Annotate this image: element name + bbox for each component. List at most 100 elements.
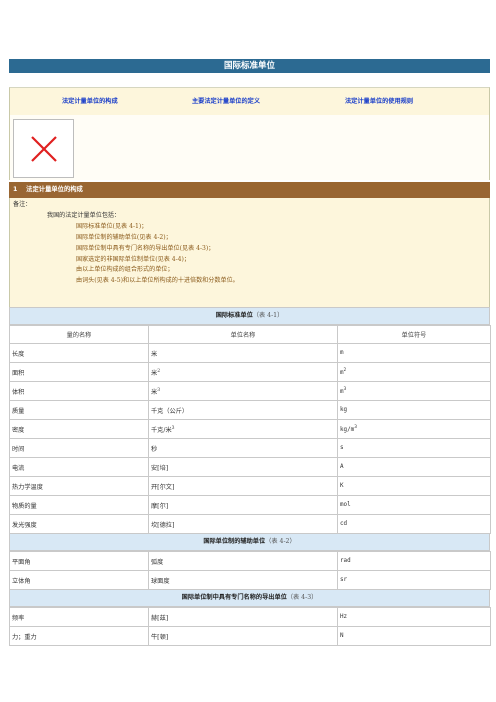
nav-link-composition[interactable]: 法定计量单位的构成: [62, 96, 118, 105]
unit-name-cell: 开[尔文]: [148, 476, 338, 496]
table-row: 立体角 球面度 sr: [9, 570, 491, 590]
unit-name-cell: 赫[兹]: [148, 607, 338, 627]
notes-label: 备注：: [13, 201, 32, 208]
superscript: 3: [343, 387, 347, 393]
unit-symbol-cell: m3: [337, 381, 491, 401]
quantity-cell: 时间: [9, 438, 149, 458]
unit-name-cell: 秒: [148, 438, 338, 458]
notes-item: 国家选定的非国际单位制单位(见表 4-4)；: [76, 255, 191, 263]
section-title: 法定计量单位的构成: [26, 186, 83, 193]
quantity-cell: 长度: [9, 343, 149, 363]
quantity-cell: 力；重力: [9, 626, 149, 646]
unit-symbol-cell: sr: [337, 570, 491, 590]
quantity-cell: 立体角: [9, 570, 149, 590]
table-row: 体积 米3 m3: [9, 381, 491, 401]
table-row: 物质的量 摩[尔] mol: [9, 495, 491, 515]
table1: 量的名称 单位名称 单位符号 长度 米 m 面积 米2 m2 体积 米3 m3 …: [9, 325, 491, 534]
quantity-cell: 发光强度: [9, 514, 149, 534]
quantity-cell: 质量: [9, 400, 149, 420]
unit-name-cell: 千克（公斤）: [148, 400, 338, 420]
nav-link-usage-rules[interactable]: 法定计量单位的使用规则: [345, 96, 413, 105]
unit-name-text: 千克/米: [151, 426, 172, 434]
unit-name-cell: 摩[尔]: [148, 495, 338, 515]
table-row: 发光强度 坎[德拉] cd: [9, 514, 491, 534]
unit-symbol-cell: cd: [337, 514, 491, 534]
superscript: 2: [343, 368, 347, 374]
unit-symbol-cell: rad: [337, 551, 491, 571]
table3: 频率 赫[兹] Hz 力；重力 牛[顿] N: [9, 607, 491, 646]
unit-name-cell: 牛[顿]: [148, 626, 338, 646]
unit-symbol-cell: N: [337, 626, 491, 646]
unit-symbol-cell: s: [337, 438, 491, 458]
table1-title-text: 国际标准单位: [215, 312, 253, 319]
notes-item: 由以上单位构成的组合形式的单位；: [76, 266, 174, 274]
table-row: 热力学温度 开[尔文] K: [9, 476, 491, 496]
col-header-unit-symbol: 单位符号: [337, 325, 491, 344]
table-row: 电流 安[培] A: [9, 457, 491, 477]
unit-name-cell: 米3: [148, 381, 338, 401]
table-row: 质量 千克（公斤） kg: [9, 400, 491, 420]
notes-item: 国际标准单位(见表 4-1)；: [76, 222, 148, 230]
table1-header-row: 量的名称 单位名称 单位符号: [9, 325, 491, 344]
page-title: 国际标准单位: [9, 59, 490, 73]
nav-link-definitions[interactable]: 主要法定计量单位的定义: [192, 96, 260, 105]
notes-item: 国际单位制的辅助单位(见表 4-2)；: [76, 233, 172, 241]
image-area: [9, 115, 490, 180]
notes-item: 由词头(见表 4-5)和以上单位所构成的十进倍数和分数单位。: [76, 277, 239, 285]
table2-title: 国际单位制的辅助单位（表 4-2）: [9, 534, 490, 551]
unit-symbol-cell: K: [337, 476, 491, 496]
superscript: 3: [354, 425, 357, 431]
broken-image-icon: [31, 136, 57, 162]
unit-symbol-cell: m: [337, 343, 491, 363]
unit-symbol-cell: A: [337, 457, 491, 477]
section-nav: 法定计量单位的构成 主要法定计量单位的定义 法定计量单位的使用规则: [9, 87, 490, 115]
table3-ref: （表 4-3）: [286, 594, 318, 601]
section-header: 1 法定计量单位的构成: [9, 182, 490, 198]
table-row: 频率 赫[兹] Hz: [9, 607, 491, 627]
unit-name-cell: 弧度: [148, 551, 338, 571]
quantity-cell: 平面角: [9, 551, 149, 571]
table1-ref: （表 4-1）: [252, 312, 284, 319]
table-row: 面积 米2 m2: [9, 362, 491, 382]
unit-name-cell: 球面度: [148, 570, 338, 590]
unit-symbol-cell: kg/m3: [337, 419, 491, 439]
notes-item: 国际单位制中具有专门名称的导出单位(见表 4-3)；: [76, 244, 215, 252]
quantity-cell: 密度: [9, 419, 149, 439]
col-header-quantity: 量的名称: [9, 325, 149, 344]
quantity-cell: 电流: [9, 457, 149, 477]
table-row: 密度 千克/米3 kg/m3: [9, 419, 491, 439]
unit-symbol-cell: mol: [337, 495, 491, 515]
quantity-cell: 频率: [9, 607, 149, 627]
unit-symbol-cell: Hz: [337, 607, 491, 627]
unit-name-cell: 安[培]: [148, 457, 338, 477]
table1-title: 国际标准单位（表 4-1）: [9, 307, 490, 325]
superscript: 3: [171, 425, 175, 431]
unit-name-cell: 千克/米3: [148, 419, 338, 439]
col-header-unit-name: 单位名称: [148, 325, 338, 344]
table3-title-text: 国际单位制中具有专门名称的导出单位: [181, 594, 287, 601]
table3-title: 国际单位制中具有专门名称的导出单位（表 4-3）: [9, 590, 490, 607]
superscript: 2: [157, 368, 161, 374]
table-row: 力；重力 牛[顿] N: [9, 626, 491, 646]
unit-name-cell: 米2: [148, 362, 338, 382]
table-row: 平面角 弧度 rad: [9, 551, 491, 571]
table2: 平面角 弧度 rad 立体角 球面度 sr: [9, 551, 491, 590]
quantity-cell: 体积: [9, 381, 149, 401]
section-number: 1: [13, 186, 18, 193]
quantity-cell: 物质的量: [9, 495, 149, 515]
unit-symbol-cell: kg: [337, 400, 491, 420]
table2-ref: （表 4-2）: [265, 538, 296, 545]
table-row: 长度 米 m: [9, 343, 491, 363]
table-row: 时间 秒 s: [9, 438, 491, 458]
unit-symbol-text: kg/m: [340, 426, 355, 433]
unit-symbol-cell: m2: [337, 362, 491, 382]
broken-image: [13, 119, 74, 178]
notes-lead: 我国的法定计量单位包括：: [47, 211, 121, 219]
notes-block: 备注： 我国的法定计量单位包括： 国际标准单位(见表 4-1)； 国际单位制的辅…: [9, 198, 490, 307]
page-content: 国际标准单位 法定计量单位的构成 主要法定计量单位的定义 法定计量单位的使用规则…: [9, 59, 491, 646]
quantity-cell: 热力学温度: [9, 476, 149, 496]
quantity-cell: 面积: [9, 362, 149, 382]
superscript: 3: [157, 387, 161, 393]
unit-name-cell: 米: [148, 343, 338, 363]
unit-name-cell: 坎[德拉]: [148, 514, 338, 534]
